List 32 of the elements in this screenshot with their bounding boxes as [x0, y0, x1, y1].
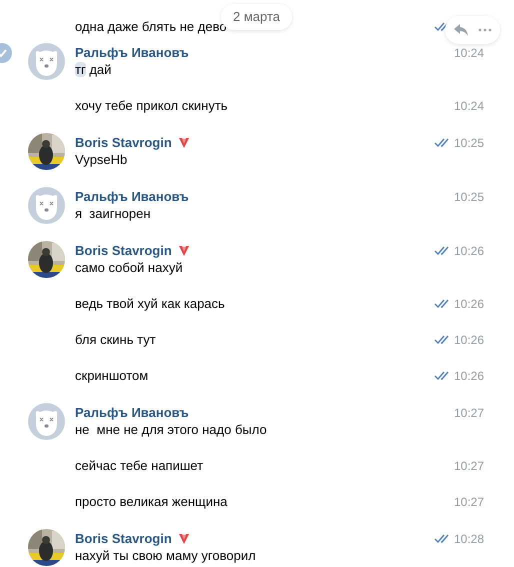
message-time: 10:24: [454, 98, 484, 115]
message-time: 10:27: [454, 494, 484, 511]
message-text: тг дай: [75, 61, 112, 80]
sender-name[interactable]: Boris Stavrogin: [75, 528, 172, 548]
sender-name[interactable]: Boris Stavrogin: [75, 240, 172, 260]
message-text: нахуй ты свою маму уговорил: [75, 547, 256, 566]
message-time: 10:26: [454, 242, 484, 260]
message-text: хочу тебе прикол скинуть: [75, 97, 228, 116]
message-time: 10:26: [454, 368, 484, 385]
message-time: 10:27: [454, 458, 484, 475]
message-text: я заигнорен: [75, 205, 151, 224]
more-icon[interactable]: [478, 28, 492, 32]
message-time: 10:25: [454, 134, 484, 152]
message-time: 10:28: [454, 530, 484, 548]
sender-name[interactable]: Ральфъ Ивановъ: [75, 402, 189, 422]
sender-name[interactable]: Ральфъ Ивановъ: [75, 186, 189, 206]
sender-name[interactable]: Boris Stavrogin: [75, 132, 172, 152]
message-text: скриншотом: [75, 367, 148, 386]
message-time: 10:27: [454, 404, 484, 422]
message-text: бля скинь тут: [75, 331, 156, 350]
message-text: VypseHb: [75, 151, 128, 170]
message-text: сейчас тебе напишет: [75, 457, 204, 476]
message-time: 10:25: [454, 188, 484, 206]
message-time: 10:26: [454, 296, 484, 313]
message-text: само собой нахуй: [75, 259, 183, 278]
message-text: не мне не для этого надо было: [75, 421, 267, 440]
message-text: ведь твой хуй как карась: [75, 295, 225, 314]
message-text: просто великая женщина: [75, 493, 228, 512]
message-time: 10:26: [454, 332, 484, 349]
sender-name[interactable]: Ральфъ Ивановъ: [75, 42, 189, 62]
message-time: 10:24: [454, 44, 484, 62]
reply-icon[interactable]: [453, 23, 470, 37]
